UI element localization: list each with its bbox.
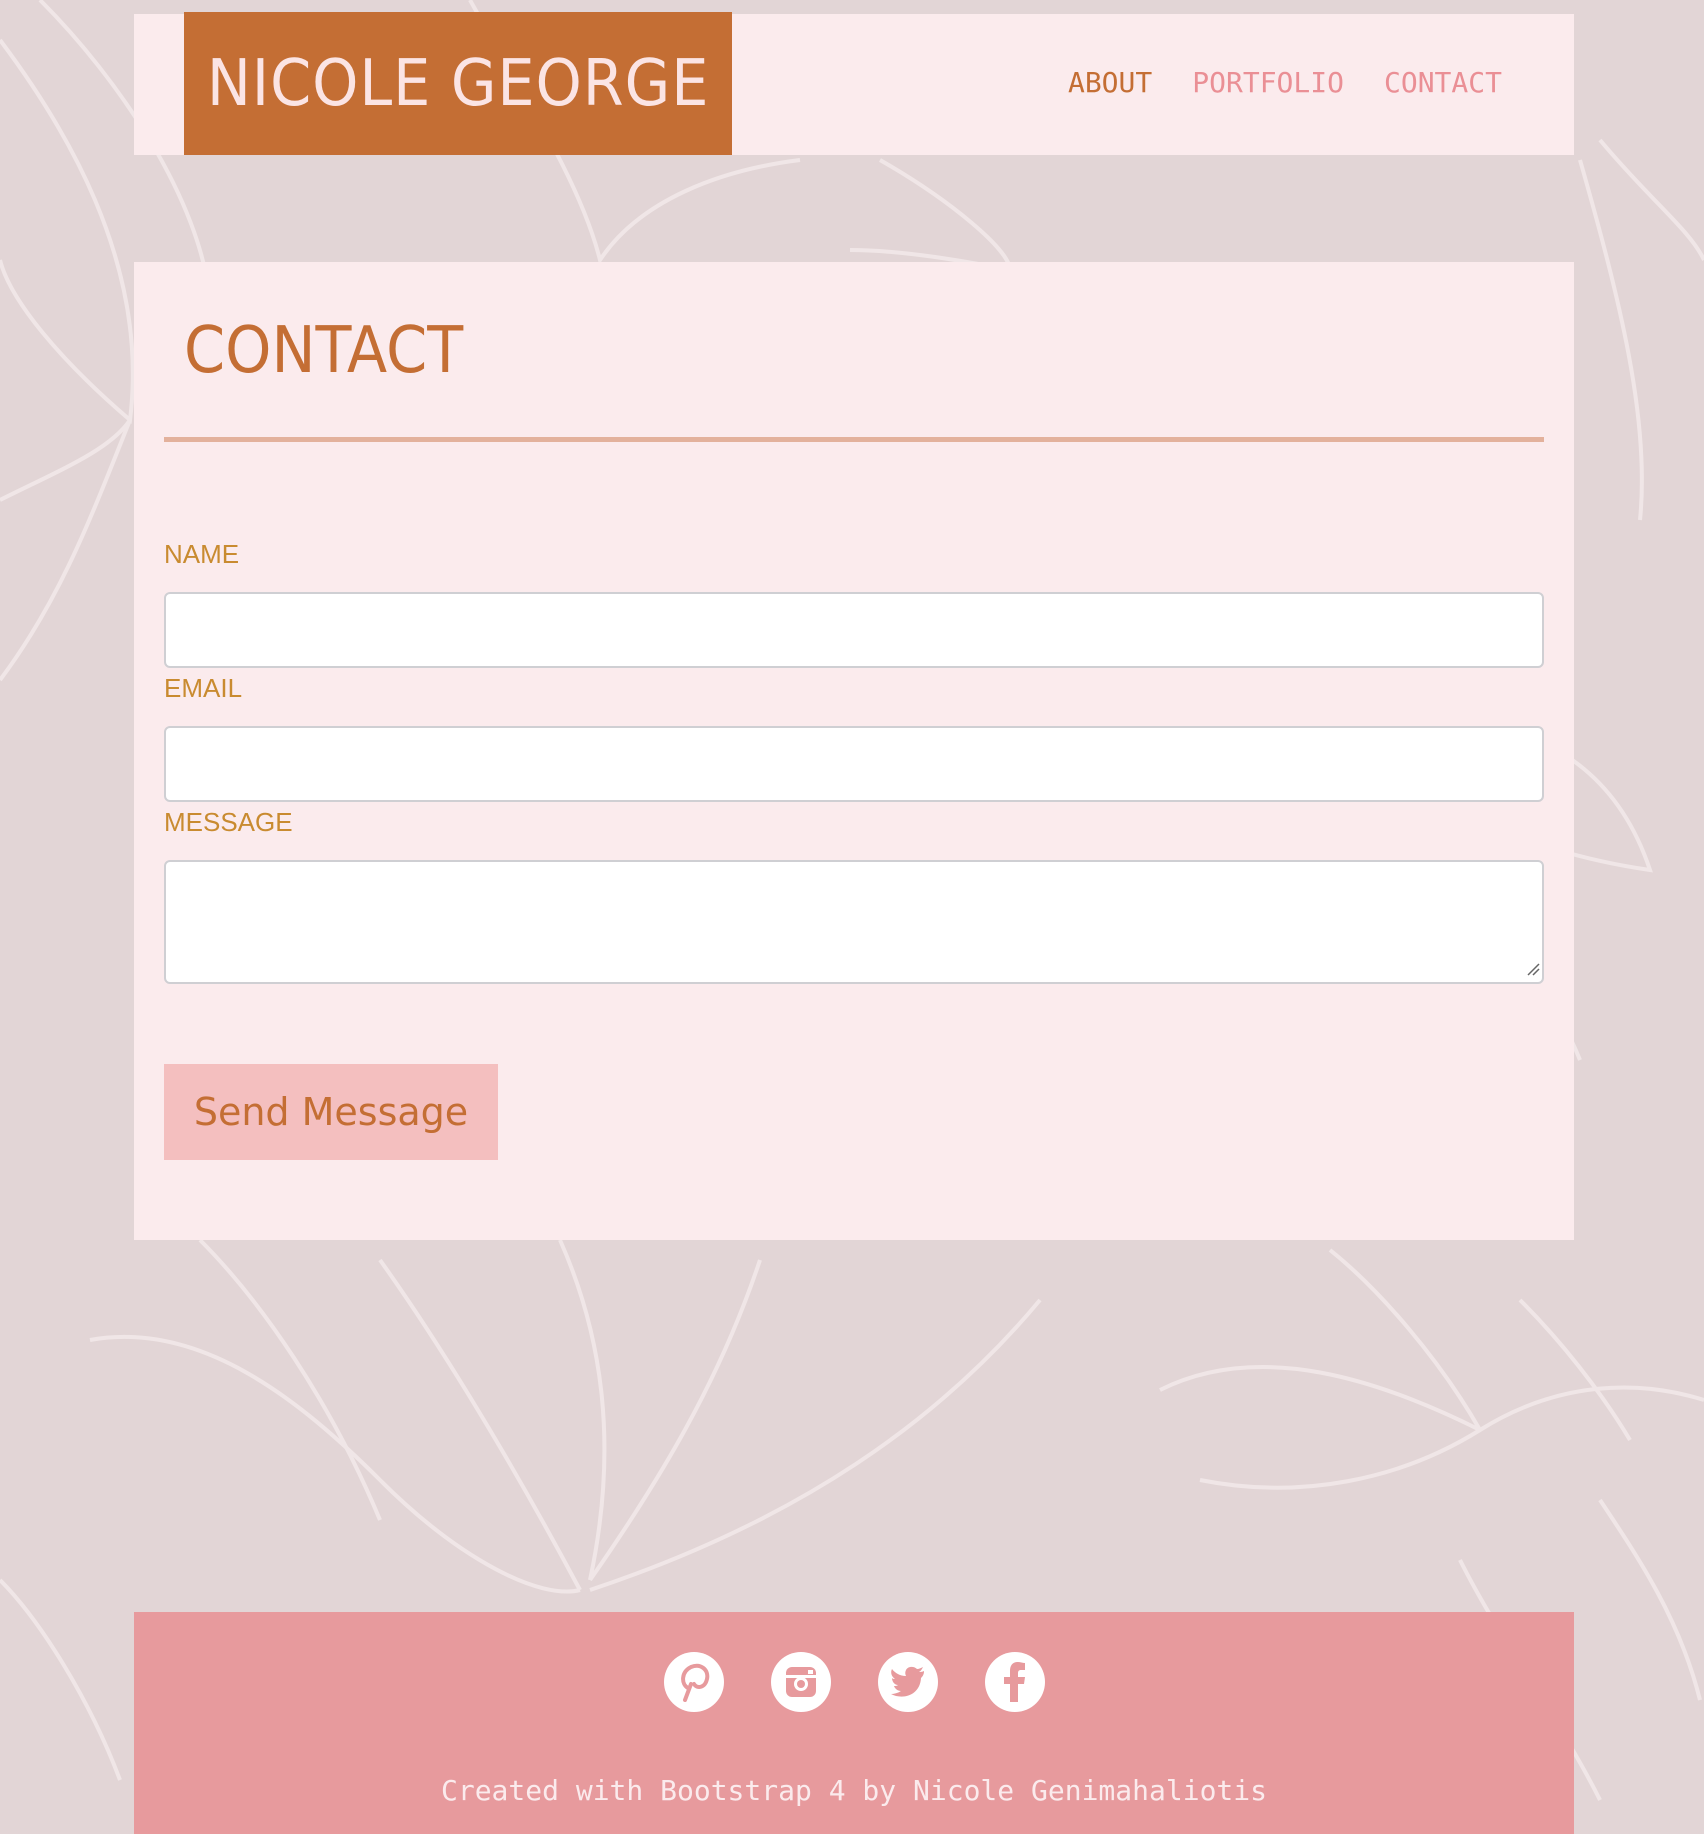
brand-logo[interactable]: NICOLE GEORGE — [184, 12, 732, 155]
title-divider — [164, 437, 1544, 442]
pinterest-icon[interactable] — [663, 1652, 724, 1712]
email-label: EMAIL — [164, 673, 243, 703]
site-footer: Created with Bootstrap 4 by Nicole Genim… — [134, 1612, 1574, 1834]
name-field[interactable] — [164, 592, 1544, 668]
main-nav: ABOUT PORTFOLIO CONTACT — [1068, 66, 1502, 99]
resize-grip-icon[interactable] — [1526, 962, 1540, 976]
page-title: CONTACT — [184, 314, 464, 388]
social-links — [134, 1652, 1574, 1712]
message-label: MESSAGE — [164, 807, 293, 837]
nav-link-portfolio[interactable]: PORTFOLIO — [1192, 66, 1344, 99]
contact-card: CONTACT NAME EMAIL MESSAGE Send Message — [134, 262, 1574, 1240]
footer-credit: Created with Bootstrap 4 by Nicole Genim… — [440, 1774, 1267, 1807]
nav-link-contact[interactable]: CONTACT — [1384, 66, 1502, 99]
message-field[interactable] — [164, 860, 1544, 984]
email-field[interactable] — [164, 726, 1544, 802]
instagram-icon[interactable] — [770, 1652, 831, 1712]
brand-name: NICOLE GEORGE — [206, 46, 710, 121]
send-message-button[interactable]: Send Message — [164, 1064, 498, 1160]
nav-link-about[interactable]: ABOUT — [1068, 66, 1152, 99]
twitter-icon[interactable] — [877, 1652, 938, 1712]
facebook-icon[interactable] — [984, 1652, 1045, 1712]
name-label: NAME — [164, 539, 240, 569]
site-header: NICOLE GEORGE ABOUT PORTFOLIO CONTACT — [134, 12, 1574, 155]
